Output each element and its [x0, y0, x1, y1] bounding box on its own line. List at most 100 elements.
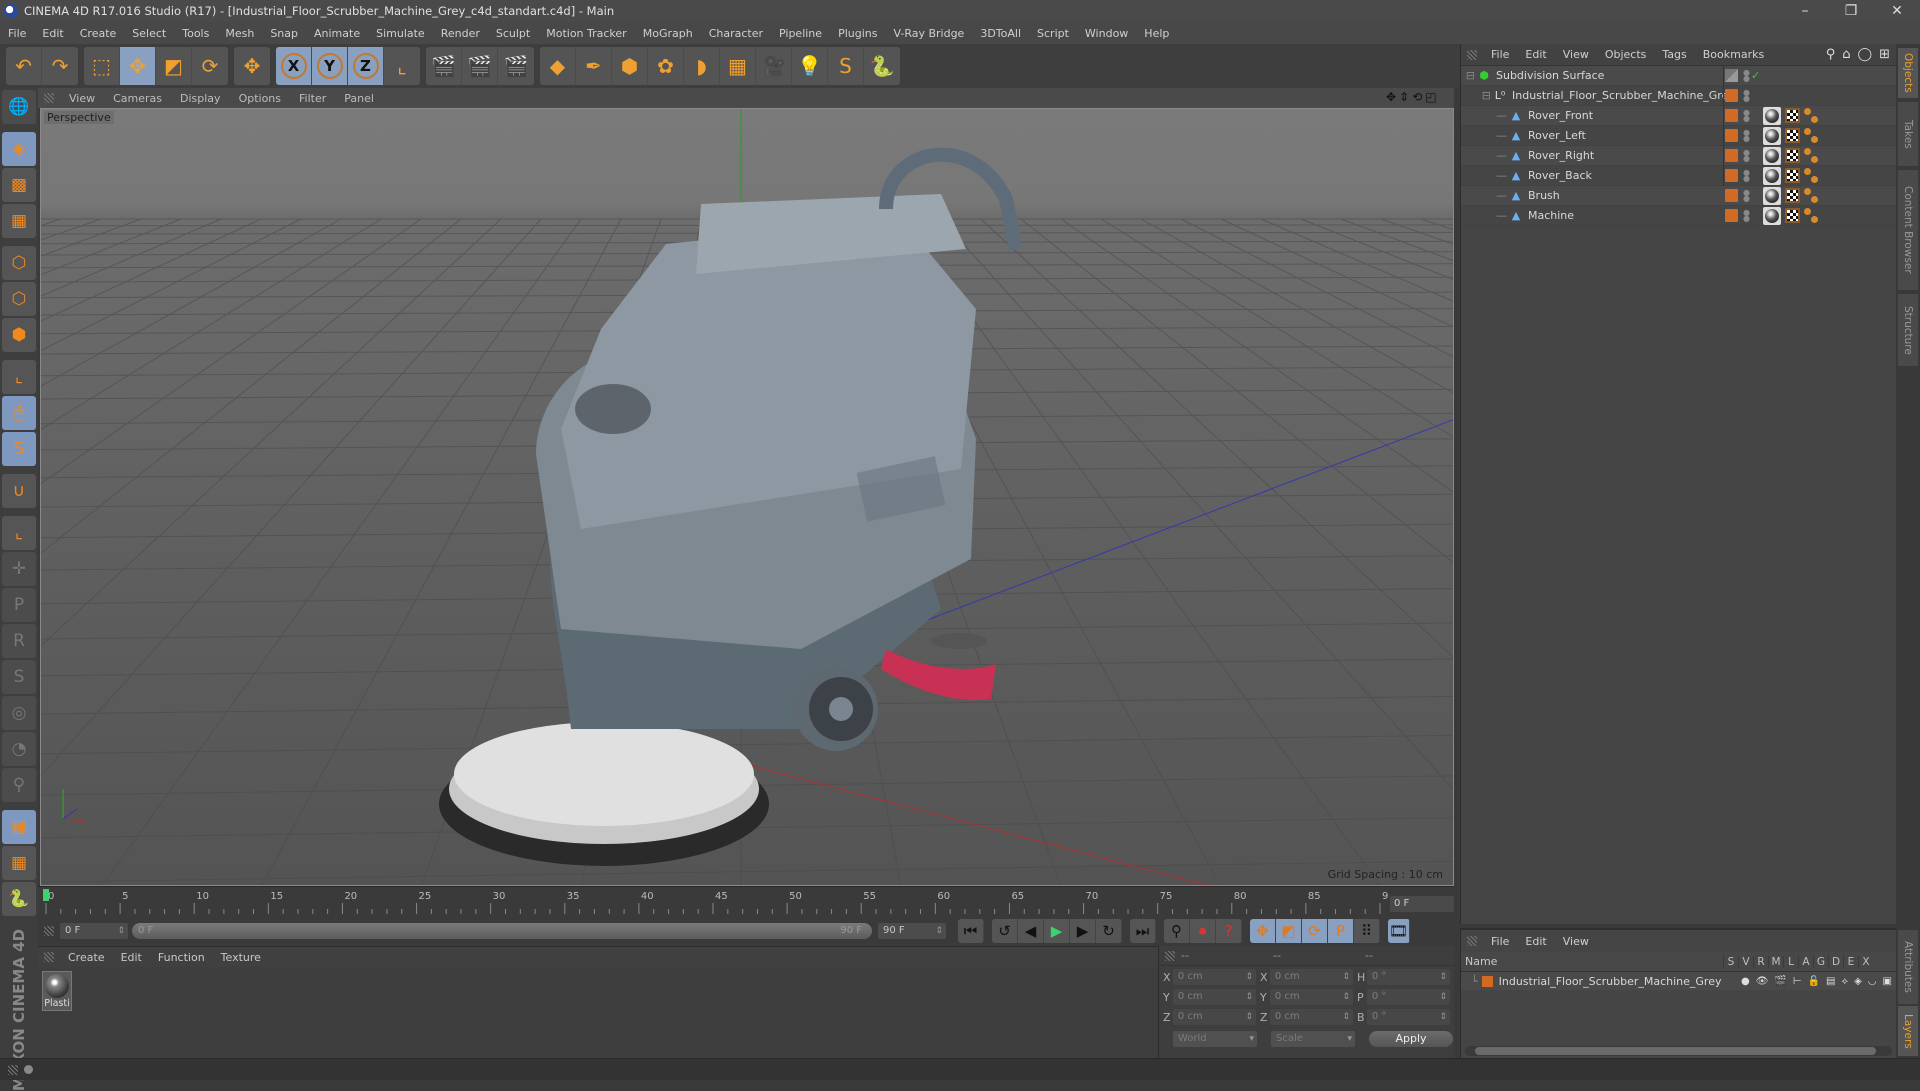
menu-3dtoall[interactable]: 3DToAll	[972, 27, 1029, 40]
layer-column-l[interactable]: L	[1783, 955, 1798, 968]
key-position-toggle-button[interactable]: ✥	[1250, 919, 1276, 943]
position-z-field[interactable]: 0 cm ⇕	[1172, 1009, 1256, 1025]
home-icon[interactable]: ⌂	[1842, 47, 1850, 62]
manager-toggle-icon[interactable]: ⊢	[1793, 976, 1802, 987]
scale-z-field[interactable]: 0 cm ⇕	[1269, 1009, 1353, 1025]
visibility-dots-icon[interactable]: ● ●	[1743, 208, 1750, 222]
workplane-axis-button[interactable]: ⌞	[2, 516, 36, 550]
render-view-button[interactable]: 🎬	[426, 47, 462, 85]
menu-plugins[interactable]: Plugins	[830, 27, 885, 40]
layer-color-icon[interactable]	[1725, 169, 1738, 182]
layer-column-r[interactable]: R	[1753, 955, 1768, 968]
search-icon[interactable]: ⚲	[1826, 47, 1836, 62]
animation-toggle-icon[interactable]: ▤	[1826, 976, 1835, 987]
menu-render[interactable]: Render	[433, 27, 488, 40]
layer-column-s[interactable]: S	[1723, 955, 1738, 968]
scale-x-field[interactable]: 0 cm ⇕	[1269, 969, 1353, 985]
key-rotation-button[interactable]: R	[2, 624, 36, 658]
object-row[interactable]: — ▲ Rover_Back ● ●	[1461, 166, 1896, 186]
object-row[interactable]: — ▲ Rover_Front ● ●	[1461, 106, 1896, 126]
visible-toggle-icon[interactable]: 👁	[1756, 976, 1769, 987]
collapse-toggle-icon[interactable]: ⊟	[1461, 89, 1493, 102]
solo-toggle-icon[interactable]: ●	[1741, 976, 1750, 987]
layer-row[interactable]: └ Industrial_Floor_Scrubber_Machine_Grey…	[1461, 972, 1896, 990]
menu-motion-tracker[interactable]: Motion Tracker	[538, 27, 634, 40]
material-tag-icon[interactable]	[1763, 126, 1781, 145]
visibility-dots-icon[interactable]: ● ●	[1743, 88, 1750, 102]
axis-mode-button[interactable]: ⌞	[2, 360, 36, 394]
layer-column-g[interactable]: G	[1813, 955, 1828, 968]
add-key-button[interactable]: ✛	[2, 552, 36, 586]
min-time-field[interactable]: 0 F ⇕	[60, 923, 128, 939]
object-menu-edit[interactable]: Edit	[1517, 48, 1554, 61]
new-window-icon[interactable]: ⊞	[1879, 47, 1890, 62]
key-position-button[interactable]: P	[2, 588, 36, 622]
material-tag-icon[interactable]	[1763, 166, 1781, 185]
camera-button[interactable]: 🎥	[756, 47, 792, 85]
menu-create[interactable]: Create	[72, 27, 125, 40]
next-frame-button[interactable]: ▶	[1070, 919, 1096, 943]
scale-button[interactable]: ◩	[156, 47, 192, 85]
material-tag-icon[interactable]	[1763, 146, 1781, 165]
material-menu-function[interactable]: Function	[150, 951, 213, 964]
edges-mode-button[interactable]: ⬡	[2, 282, 36, 316]
collapse-toggle-icon[interactable]: ⊟	[1461, 69, 1477, 82]
viewport-menu-view[interactable]: View	[60, 92, 104, 105]
move-view-icon[interactable]: ✥	[1386, 90, 1396, 106]
tab-content-browser[interactable]: Content Browser	[1898, 170, 1918, 290]
3d-viewport[interactable]: Perspective Grid Spacing : 10 cm	[40, 108, 1454, 886]
autokey-button[interactable]: ⏺	[1190, 919, 1216, 943]
y-axis-button[interactable]: Y	[312, 47, 348, 85]
generator-toggle-icon[interactable]: ⟡	[1841, 976, 1848, 987]
tab-takes[interactable]: Takes	[1898, 102, 1918, 166]
solo-button[interactable]: S	[2, 432, 36, 466]
subdivision-surface-button[interactable]: ⬢	[612, 47, 648, 85]
menu-script[interactable]: Script	[1029, 27, 1077, 40]
restore-button[interactable]: ❐	[1828, 0, 1874, 22]
coordinate-space-select[interactable]: World ▾	[1173, 1031, 1257, 1047]
texture-tag-icon[interactable]	[1785, 168, 1800, 183]
previous-key-button[interactable]: ↺	[992, 919, 1018, 943]
object-row[interactable]: — ▲ Rover_Left ● ●	[1461, 126, 1896, 146]
expression-toggle-icon[interactable]: ◡	[1868, 976, 1877, 987]
dolly-view-icon[interactable]: ⇕	[1399, 90, 1409, 106]
layer-color-icon[interactable]	[1725, 189, 1738, 202]
key-tool-button[interactable]: ⚲	[2, 768, 36, 802]
layer-column-x[interactable]: X	[1858, 955, 1873, 968]
visibility-dots-icon[interactable]: ● ●	[1743, 168, 1750, 182]
previous-frame-button[interactable]: ◀	[1018, 919, 1044, 943]
phong-tag-icon[interactable]	[1804, 127, 1820, 144]
menu-window[interactable]: Window	[1077, 27, 1136, 40]
close-button[interactable]: ✕	[1874, 0, 1920, 22]
rotation-b-field[interactable]: 0 ° ⇕	[1366, 1009, 1450, 1025]
object-menu-tags[interactable]: Tags	[1654, 48, 1694, 61]
points-mode-button[interactable]: ⬡	[2, 246, 36, 280]
material-tag-icon[interactable]	[1763, 106, 1781, 125]
phong-tag-icon[interactable]	[1804, 167, 1820, 184]
redo-button[interactable]: ↷	[42, 47, 78, 85]
panel-grip[interactable]	[44, 952, 54, 962]
visibility-dots-icon[interactable]: ● ●	[1743, 128, 1750, 142]
viewport-menu-display[interactable]: Display	[171, 92, 230, 105]
key-param-toggle-button[interactable]: P	[1328, 919, 1354, 943]
key-rotation-toggle-button[interactable]: ⟳	[1302, 919, 1328, 943]
panel-grip[interactable]	[44, 926, 54, 936]
play-button[interactable]: ▶	[1044, 919, 1070, 943]
render-toggle-icon[interactable]: 🎬	[1774, 976, 1786, 987]
object-row[interactable]: — ▲ Machine ● ●	[1461, 206, 1896, 226]
menu-v-ray-bridge[interactable]: V-Ray Bridge	[885, 27, 972, 40]
snap-magnet-button[interactable]: ∪	[2, 474, 36, 508]
apply-button[interactable]: Apply	[1369, 1031, 1453, 1047]
layer-color-icon[interactable]	[1725, 129, 1738, 142]
rotate-view-icon[interactable]: ⟲	[1412, 90, 1422, 106]
lock-toggle-icon[interactable]: 🔓	[1808, 976, 1820, 987]
cloner-button[interactable]: ✿	[648, 47, 684, 85]
menu-help[interactable]: Help	[1136, 27, 1177, 40]
coordinate-mode-select[interactable]: Scale ▾	[1271, 1031, 1355, 1047]
menu-character[interactable]: Character	[701, 27, 771, 40]
menu-tools[interactable]: Tools	[174, 27, 217, 40]
coordinate-system-button[interactable]: ⌞	[384, 47, 420, 85]
deformer-toggle-icon[interactable]: ◈	[1854, 976, 1862, 987]
preview-range-slider[interactable]: 0 F 90 F	[132, 923, 872, 939]
layer-menu-edit[interactable]: Edit	[1517, 935, 1554, 948]
